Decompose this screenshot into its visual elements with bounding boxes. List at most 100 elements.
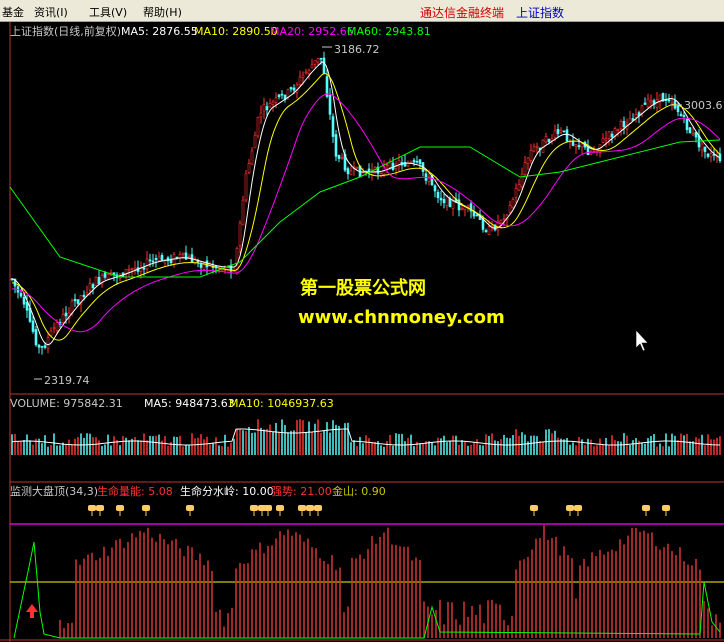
candle-body <box>508 205 512 213</box>
candle-body <box>334 134 338 157</box>
candle-body <box>532 146 536 152</box>
volume-title: VOLUME: 975842.31 <box>10 397 123 410</box>
top-signal-icon <box>116 505 124 511</box>
candle-body <box>310 64 314 69</box>
candle-body <box>313 60 317 65</box>
candle-body <box>268 103 272 108</box>
candle-body <box>646 98 650 108</box>
candle-body <box>670 102 674 105</box>
candle-body <box>565 129 569 142</box>
candle-body <box>172 254 176 265</box>
candle-body <box>151 260 155 263</box>
candle-body <box>451 200 455 209</box>
candle-body <box>274 97 278 103</box>
candle-body <box>25 301 29 311</box>
menu-item-fund[interactable]: 基金 <box>2 4 24 20</box>
candle-body <box>43 345 47 348</box>
top-signal-icon <box>662 505 670 511</box>
candle-body <box>85 292 89 295</box>
mouse-cursor-icon <box>635 329 649 352</box>
candle-body <box>547 138 551 143</box>
menu-item-help[interactable]: 帮助(H) <box>143 4 182 20</box>
candle-body <box>655 99 659 108</box>
candle-body <box>259 112 263 118</box>
index-name[interactable]: 上证指数 <box>516 4 564 21</box>
candle-body <box>256 117 260 137</box>
top-signal-icon <box>642 505 650 511</box>
candle-body <box>529 150 533 161</box>
candle-body <box>271 101 275 105</box>
candle-body <box>157 256 161 261</box>
candle-body <box>34 329 38 346</box>
life-energy-label: 生命量能: 5.08 <box>97 485 173 498</box>
candle-body <box>703 146 707 152</box>
ma60-line <box>9 139 721 278</box>
candle-body <box>145 258 149 270</box>
ma60-label: MA60: 2943.81 <box>347 25 431 38</box>
candle-body <box>460 208 464 211</box>
candle-body <box>22 296 26 305</box>
candle-body <box>304 71 308 74</box>
candle-body <box>340 156 344 159</box>
candle-body <box>475 214 479 217</box>
candle-body <box>601 138 605 143</box>
candle-body <box>133 267 137 270</box>
candle-body <box>685 118 689 131</box>
candle-body <box>286 89 290 98</box>
candle-body <box>142 267 146 270</box>
candle-body <box>61 314 65 324</box>
candle-body <box>667 99 671 102</box>
candle-body <box>562 130 566 133</box>
top-signal-icon <box>88 505 96 511</box>
candle-body <box>160 254 164 261</box>
candle-body <box>391 162 395 170</box>
candle-body <box>709 153 713 157</box>
candle-body <box>337 155 341 159</box>
candle-body <box>499 219 503 224</box>
candle-body <box>148 259 152 262</box>
candle-body <box>682 115 686 117</box>
candle-body <box>691 133 695 136</box>
candle-body <box>616 129 620 132</box>
low-marker: 2319.74 <box>44 374 90 387</box>
candle-body <box>103 272 107 278</box>
candle-body <box>676 105 680 113</box>
volume-ma5-label: MA5: 948473.63 <box>144 397 235 410</box>
candle-body <box>355 166 359 169</box>
candle-body <box>238 222 242 247</box>
candle-body <box>649 100 653 103</box>
candle-body <box>76 299 80 304</box>
candle-body <box>502 218 506 221</box>
stock-chart[interactable] <box>0 22 724 642</box>
candle-body <box>436 192 440 199</box>
menu-item-tools[interactable]: 工具(V) <box>89 4 127 20</box>
top-signal-icon <box>142 505 150 511</box>
top-signal-icon <box>264 505 272 511</box>
candle-body <box>346 168 350 175</box>
candle-body <box>442 199 446 204</box>
candle-body <box>328 95 332 115</box>
volume-ma10-label: MA10: 1046937.63 <box>229 397 334 410</box>
candle-body <box>64 312 68 317</box>
candle-body <box>46 337 50 349</box>
candle-body <box>520 173 524 188</box>
candle-body <box>484 230 488 233</box>
candle-body <box>526 157 530 165</box>
candle-body <box>31 320 35 332</box>
candle-body <box>70 300 74 314</box>
candle-body <box>385 164 389 166</box>
candle-body <box>127 268 131 271</box>
menu-item-news[interactable]: 资讯(I) <box>34 4 68 20</box>
candle-body <box>289 87 293 90</box>
top-signal-icon <box>530 505 538 511</box>
candle-body <box>433 185 437 192</box>
main-panel-title: 上证指数(日线,前复权) <box>10 25 122 38</box>
candle-body <box>52 327 56 330</box>
strength-label: 强势: 21.00 <box>271 485 332 498</box>
candle-body <box>640 105 644 114</box>
candle-body <box>679 113 683 117</box>
ma10-line <box>11 73 721 341</box>
candle-body <box>106 273 110 280</box>
chart-area[interactable]: 上证指数(日线,前复权) MA5: 2876.55 MA10: 2890.50 … <box>0 22 724 642</box>
up-arrow-icon <box>26 604 38 618</box>
